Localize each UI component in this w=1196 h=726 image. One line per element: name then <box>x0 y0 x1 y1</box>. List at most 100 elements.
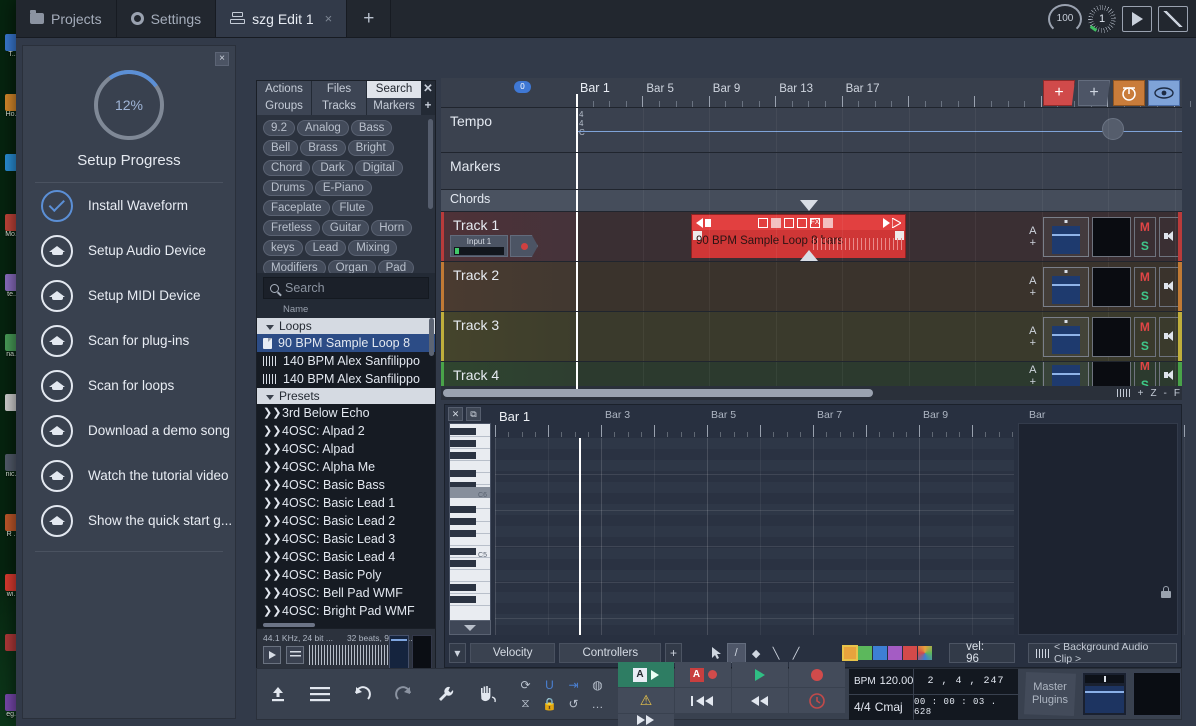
waveform-icon[interactable] <box>1116 389 1131 397</box>
clip-fade-in-icon[interactable] <box>696 217 703 228</box>
master-meter[interactable] <box>1082 672 1127 716</box>
close-icon[interactable]: ✕ <box>448 407 463 421</box>
clip-play-icon[interactable] <box>883 217 890 228</box>
list-item[interactable]: 90 BPM Sample Loop 8 <box>257 334 435 352</box>
tab-settings[interactable]: Settings <box>117 0 217 37</box>
mute-button[interactable]: M <box>1135 318 1154 337</box>
velocity-value[interactable]: vel: 96 <box>949 641 1015 665</box>
list-item[interactable]: ❯❯ 4OSC: Alpad <box>257 440 435 458</box>
tag-bright[interactable]: Bright <box>347 140 394 156</box>
rewind-start-button[interactable] <box>675 688 731 713</box>
eraser-icon[interactable]: ◆ <box>747 643 766 663</box>
list-group-presets[interactable]: Presets <box>257 388 435 404</box>
midi-ruler[interactable]: Bar 1Bar 3Bar 5Bar 7Bar 9Bar 11 <box>495 407 1185 437</box>
timesig-key-display[interactable]: 4/4 Cmaj <box>849 694 913 720</box>
preview-play-button[interactable] <box>263 646 281 664</box>
list-item[interactable]: ❯❯ 4OSC: Bright Pad WMF <box>257 602 435 620</box>
color-swatch[interactable] <box>887 646 902 660</box>
black-key[interactable] <box>450 596 476 603</box>
loop-play-button[interactable]: A <box>618 662 674 687</box>
loop-icon[interactable]: ⟳ <box>519 678 532 692</box>
setup-close-button[interactable]: × <box>215 52 229 66</box>
lane-tempo[interactable]: Tempo 4 4 C <box>441 108 1182 153</box>
rewind-button[interactable] <box>732 688 788 713</box>
color-swatch[interactable] <box>841 645 858 661</box>
background-clip-selector[interactable]: < Background Audio Clip > <box>1028 641 1177 665</box>
clip-properties-panel[interactable] <box>1018 423 1178 635</box>
audio-clip[interactable]: FX 90 BPM Sample Loop 8 bars <box>691 214 906 258</box>
solo-button[interactable]: S <box>1135 237 1154 256</box>
tag-flute[interactable]: Flute <box>331 200 374 216</box>
track-plugin-slot[interactable] <box>1092 316 1132 357</box>
browser-tab-search[interactable]: Search <box>367 81 422 98</box>
black-key[interactable] <box>450 584 476 591</box>
tag-bass[interactable]: Bass <box>350 120 393 136</box>
square-outline-icon[interactable] <box>758 217 768 228</box>
close-icon[interactable]: × <box>325 11 333 26</box>
track-automation-label[interactable]: A <box>1029 275 1036 287</box>
list-scrollbar[interactable] <box>429 318 434 356</box>
color-swatch[interactable] <box>917 646 932 660</box>
list-item[interactable]: ❯❯ 4OSC: Basic Lead 2 <box>257 512 435 530</box>
add-track-red-button[interactable]: + <box>1043 80 1075 106</box>
tab-add[interactable]: + <box>347 0 392 37</box>
list-item[interactable]: ❯❯ 4OSC: Basic Lead 3 <box>257 530 435 548</box>
list-item[interactable]: ❯❯ 3rd Below Echo <box>257 404 435 422</box>
track-input[interactable]: Input 1 <box>450 235 508 257</box>
zoom-Z[interactable]: Z <box>1150 388 1156 399</box>
forward-button[interactable] <box>618 714 674 726</box>
list-item[interactable]: 140 BPM Alex Sanfilippo <box>257 352 435 370</box>
track-add-label[interactable]: + <box>1030 287 1036 299</box>
mute-button[interactable]: M <box>1135 268 1154 287</box>
warning-button[interactable]: ⚠ <box>618 688 674 713</box>
tag-modifiers[interactable]: Modifiers <box>263 260 326 273</box>
record-button[interactable] <box>789 662 845 687</box>
setup-item-scan-for-loops[interactable]: Scan for loops <box>23 363 235 408</box>
add-controller-button[interactable]: + <box>665 643 682 663</box>
browser-tab-[interactable]: + <box>422 98 435 115</box>
paint-icon[interactable]: ╱ <box>787 643 806 663</box>
color-swatch[interactable] <box>902 646 917 660</box>
tag-keys[interactable]: keys <box>263 240 303 256</box>
black-key[interactable] <box>450 470 476 477</box>
lock-icon[interactable] <box>1161 586 1171 598</box>
browser-tab-markers[interactable]: Markers <box>367 98 422 115</box>
black-key[interactable] <box>450 506 476 513</box>
solo-button[interactable]: S <box>1135 337 1154 356</box>
tag-digital[interactable]: Digital <box>354 160 403 176</box>
browser-tab-tracks[interactable]: Tracks <box>312 98 367 115</box>
track-row-2[interactable]: Track 2 A + M S <box>441 262 1182 312</box>
master-plugins-button[interactable]: Master Plugins <box>1024 672 1076 716</box>
lane-chords[interactable]: Chords <box>441 190 1182 212</box>
timecode-display[interactable]: 00 : 00 : 03 . 628 <box>914 694 1018 720</box>
clip-loop-icon[interactable] <box>892 217 901 228</box>
list-item[interactable]: ❯❯ 4OSC: Basic Lead 1 <box>257 494 435 512</box>
pointer-icon[interactable] <box>707 643 726 663</box>
list-item[interactable]: ❯❯ 4OSC: Basic Poly <box>257 566 435 584</box>
resize-icon[interactable] <box>1158 5 1188 32</box>
solo-button[interactable]: S <box>1135 287 1154 306</box>
tag-horn[interactable]: Horn <box>371 220 413 236</box>
magnet-icon[interactable]: U <box>543 678 556 692</box>
fx-icon[interactable]: FX <box>810 217 820 228</box>
play-button[interactable] <box>732 662 788 687</box>
browser-file-list[interactable]: Loops 90 BPM Sample Loop 8 140 BPM Alex Sa… <box>257 318 435 628</box>
tag-analog[interactable]: Analog <box>297 120 349 136</box>
preview-menu-button[interactable] <box>286 646 304 664</box>
tag-guitar[interactable]: Guitar <box>321 220 370 236</box>
hand-icon[interactable] <box>467 668 509 720</box>
piano-keyboard[interactable]: C6 C5 <box>449 423 491 635</box>
clip-header[interactable]: FX <box>692 215 905 230</box>
tag-scrollbar[interactable] <box>428 119 433 209</box>
track-plugin-slot[interactable] <box>1092 216 1132 257</box>
color-swatch[interactable] <box>857 646 872 660</box>
lane-markers[interactable]: Markers <box>441 153 1182 190</box>
keyboard-scroll-down[interactable] <box>449 620 491 635</box>
tag-fretless[interactable]: Fretless <box>263 220 320 236</box>
wrench-icon[interactable] <box>425 668 467 720</box>
setup-item-scan-for-plug-ins[interactable]: Scan for plug-ins <box>23 318 235 363</box>
tag-drums[interactable]: Drums <box>263 180 313 196</box>
arrange-scrollbar[interactable]: + Z - F <box>441 386 1182 400</box>
black-key[interactable] <box>450 428 476 435</box>
black-key[interactable] <box>450 518 476 525</box>
